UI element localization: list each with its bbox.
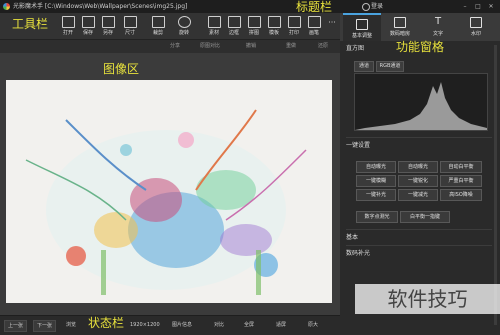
histogram-chart <box>354 73 488 131</box>
panel-tabs: 基本调整 数码暗房 T 文字 水印 <box>340 13 500 43</box>
panel-scrollbar[interactable] <box>494 45 497 325</box>
one-key-sharpen-button[interactable]: 一键锐化 <box>398 175 438 187</box>
spot-metering-button[interactable]: 数字点测光 <box>356 211 398 223</box>
save-button[interactable]: 保存 <box>78 15 98 37</box>
browse-button[interactable]: 浏览 <box>66 320 76 330</box>
rotate-button[interactable]: 旋转 <box>174 15 194 37</box>
app-logo-icon <box>3 3 10 10</box>
histogram-title[interactable]: 直方图 <box>346 44 364 54</box>
white-balance-pick-button[interactable]: 白平衡一指键 <box>400 211 450 223</box>
border-button[interactable]: 边框 <box>224 15 244 37</box>
rotate-icon <box>177 16 191 28</box>
annotation-titlebar: 标题栏 <box>296 0 333 14</box>
fullscreen-button[interactable]: 全屏 <box>244 320 254 330</box>
collage-icon <box>247 16 261 28</box>
original-size-button[interactable]: 原大 <box>308 320 318 330</box>
tab-darkroom[interactable]: 数码暗房 <box>381 13 419 41</box>
crop-button[interactable]: 裁剪 <box>148 15 168 37</box>
save-as-button[interactable]: 另存 <box>98 15 118 37</box>
more-button[interactable]: ··· <box>322 15 342 37</box>
restore-button[interactable]: 还原 <box>318 40 328 53</box>
watermark-text: 软件技巧 <box>355 284 500 314</box>
undo-button[interactable]: 撤销 <box>246 40 256 53</box>
fit-screen-button[interactable]: 适屏 <box>276 320 286 330</box>
minimize-button[interactable]: – <box>460 0 470 13</box>
open-button[interactable]: 打开 <box>58 15 78 37</box>
high-iso-denoise-button[interactable]: 高ISO降噪 <box>440 189 482 201</box>
prev-image-button[interactable]: 上一张 <box>4 320 28 332</box>
photo-artwork <box>25 109 307 295</box>
save-as-icon <box>101 16 115 28</box>
login-icon[interactable] <box>362 3 370 11</box>
image-size: 1920×1200 <box>130 322 160 328</box>
tab-basic-adjust[interactable]: 基本调整 <box>343 13 381 43</box>
share-button[interactable]: 分享 <box>170 40 180 53</box>
annotation-statusbar: 状态栏 <box>88 316 125 330</box>
resize-button[interactable]: 尺寸 <box>120 15 140 37</box>
title-bar: 光影魔术手 [C:\Windows\Web\Wallpaper\Scenes\i… <box>0 0 500 13</box>
toolbar: 打开 保存 另存 尺寸 裁剪 旋转 素材 边框 拼图 模板 打印 画笔 ··· <box>0 13 340 40</box>
divider <box>346 229 492 230</box>
divider <box>346 137 492 138</box>
print-button[interactable]: 打印 <box>284 15 304 37</box>
onekey-title[interactable]: 一键设置 <box>346 141 370 151</box>
save-icon <box>81 16 95 28</box>
basic-section[interactable]: 基本 <box>346 233 358 243</box>
login-link[interactable]: 登录 <box>371 0 383 13</box>
photo <box>6 80 332 303</box>
image-info-button[interactable]: 图片信息 <box>172 320 192 330</box>
collage-button[interactable]: 拼图 <box>244 15 264 37</box>
text-icon: T <box>434 16 442 27</box>
channel-select[interactable]: RGB通道 <box>376 61 404 72</box>
maximize-button[interactable]: □ <box>473 0 483 13</box>
auto-exposure-button[interactable]: 自动曝光 <box>356 161 396 173</box>
adjust-icon <box>356 19 368 30</box>
compare-button[interactable]: 原图对比 <box>200 40 220 53</box>
material-button[interactable]: 素材 <box>204 15 224 37</box>
more-icon: ··· <box>328 18 336 27</box>
redo-button[interactable]: 重做 <box>286 40 296 53</box>
crop-icon <box>151 16 165 28</box>
folder-icon <box>61 16 75 28</box>
brush-button[interactable]: 画笔 <box>304 15 324 37</box>
brush-icon <box>307 16 321 28</box>
annotation-image-area: 图像区 <box>103 62 140 76</box>
fill-light-button[interactable]: 一键补光 <box>356 189 396 201</box>
watermark-icon <box>470 17 482 28</box>
status-bar: 上一张 下一张 浏览 1920×1200 图片信息 对比 全屏 适屏 原大 <box>0 315 340 335</box>
image-area <box>0 53 340 315</box>
divider <box>346 245 492 246</box>
one-key-blur-button[interactable]: 一键模糊 <box>356 175 396 187</box>
resize-icon <box>123 16 137 28</box>
material-icon <box>207 16 221 28</box>
template-icon <box>267 16 281 28</box>
compare-status-button[interactable]: 对比 <box>214 320 224 330</box>
histogram-graph <box>355 82 487 130</box>
camera-icon <box>394 17 406 28</box>
digital-fill-light-section[interactable]: 数码补光 <box>346 249 370 259</box>
window-title: 光影魔术手 [C:\Windows\Web\Wallpaper\Scenes\i… <box>13 3 188 10</box>
auto-white-balance-button[interactable]: 自动白平衡 <box>440 161 482 173</box>
auto-exposure-2-button[interactable]: 自动曝光 <box>398 161 438 173</box>
channel-label: 通道 <box>354 61 374 72</box>
annotation-toolbar: 工具栏 <box>12 17 49 31</box>
annotation-function-pane: 功能窗格 <box>396 40 445 54</box>
border-icon <box>227 16 241 28</box>
template-button[interactable]: 模板 <box>264 15 284 37</box>
close-button[interactable]: ✕ <box>486 0 496 13</box>
tab-text[interactable]: T 文字 <box>419 13 457 41</box>
action-bar: 分享 原图对比 撤销 重做 还原 <box>0 40 340 54</box>
print-icon <box>287 16 301 28</box>
strict-white-balance-button[interactable]: 严重白平衡 <box>440 175 482 187</box>
tab-watermark[interactable]: 水印 <box>457 13 495 41</box>
next-image-button[interactable]: 下一张 <box>33 320 57 332</box>
reduce-light-button[interactable]: 一键减光 <box>398 189 438 201</box>
